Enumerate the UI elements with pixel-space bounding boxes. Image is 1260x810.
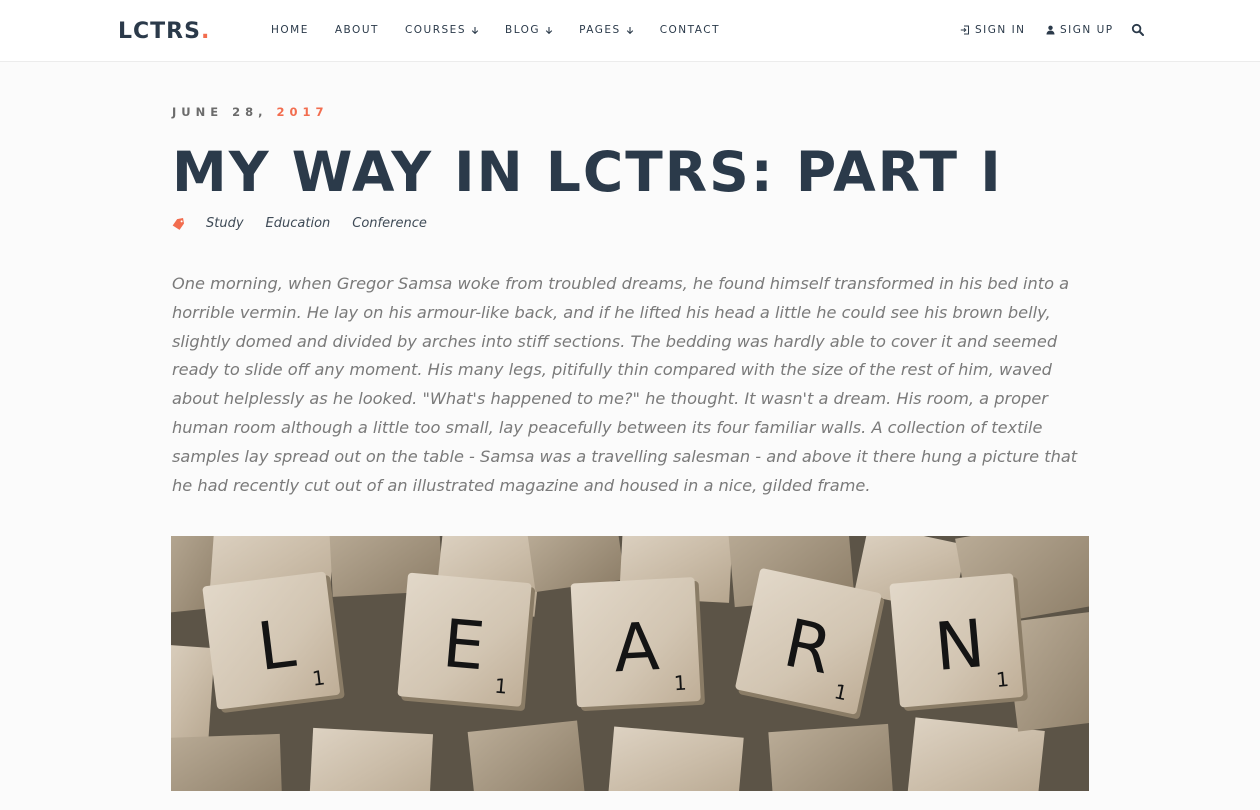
tile-r: R 1 (735, 568, 885, 719)
tile-l: L 1 (202, 571, 345, 713)
nav-label: CONTACT (659, 24, 720, 36)
nav-label: HOME (271, 24, 309, 36)
nav-item-pages[interactable]: PAGES (579, 24, 634, 36)
letter-tiles-illustration: L 1 E 1 A 1 R 1 N 1 (171, 536, 1089, 791)
main-nav: HOME ABOUT COURSES BLOG PAGES CONTACT (271, 24, 746, 36)
arrow-down-icon (626, 26, 633, 34)
sign-up-label: SIGN UP (1060, 24, 1114, 36)
arrow-down-icon (471, 26, 479, 34)
nav-label: BLOG (504, 24, 541, 36)
nav-item-home[interactable]: HOME (271, 24, 309, 36)
post-title: MY WAY IN LCTRS: PART I (172, 140, 1003, 204)
site-header: LCTRS. HOME ABOUT COURSES BLOG PAGES CON… (0, 0, 1260, 62)
search-icon[interactable] (1131, 23, 1145, 37)
post-date: JUNE 28, 2017 (172, 105, 329, 119)
tile-score: 1 (494, 674, 509, 699)
sign-in-link[interactable]: SIGN IN (960, 24, 1026, 36)
post-hero-image: L 1 E 1 A 1 R 1 N 1 (171, 536, 1089, 791)
tile-e: E 1 (397, 572, 536, 711)
sign-in-icon (960, 25, 969, 35)
nav-item-contact[interactable]: CONTACT (660, 24, 720, 36)
post-date-day: JUNE 28, (172, 105, 268, 119)
tile-letter: E (440, 605, 488, 685)
tile-n: N 1 (889, 573, 1028, 711)
nav-item-blog[interactable]: BLOG (505, 24, 553, 36)
tag-icon (172, 217, 184, 230)
post-lead-paragraph: One morning, when Gregor Samsa woke from… (172, 274, 1078, 495)
tile-letter: N (932, 605, 988, 686)
tag-conference[interactable]: Conference (352, 216, 427, 231)
auth-links: SIGN IN SIGN UP (960, 22, 1260, 40)
logo-text: LCTRS (118, 19, 201, 44)
nav-label: PAGES (579, 24, 621, 36)
tile-letter: A (612, 608, 661, 687)
tile-score: 1 (995, 667, 1010, 692)
user-icon (1046, 25, 1055, 35)
tag-study[interactable]: Study (206, 216, 244, 231)
nav-item-courses[interactable]: COURSES (405, 24, 479, 36)
sign-up-link[interactable]: SIGN UP (1046, 24, 1114, 36)
post-tags: Study Education Conference (172, 216, 449, 231)
site-logo[interactable]: LCTRS. (118, 19, 210, 44)
nav-label: COURSES (404, 24, 466, 36)
logo-dot: . (200, 19, 211, 44)
tile-score: 1 (673, 671, 687, 696)
nav-label: ABOUT (334, 24, 379, 36)
post-date-year[interactable]: 2017 (277, 105, 329, 119)
tag-education[interactable]: Education (266, 216, 331, 231)
arrow-down-icon (545, 26, 553, 34)
nav-item-about[interactable]: ABOUT (335, 24, 379, 36)
sign-in-label: SIGN IN (975, 24, 1026, 36)
tile-a: A 1 (570, 577, 705, 711)
